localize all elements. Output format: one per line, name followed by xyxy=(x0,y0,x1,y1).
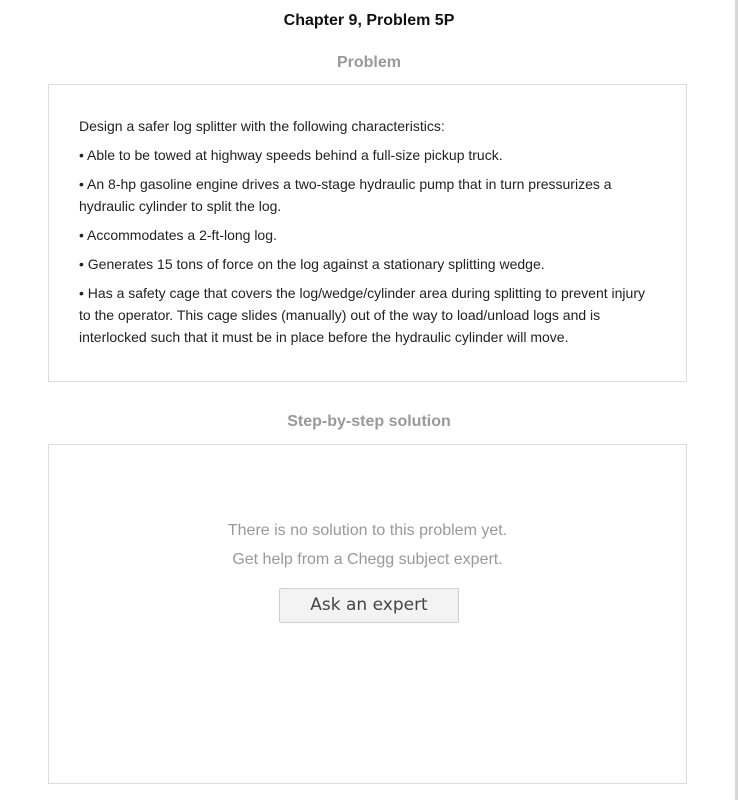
solution-panel: There is no solution to this problem yet… xyxy=(48,444,687,784)
solution-heading: Step-by-step solution xyxy=(287,413,451,430)
get-help-message: Get help from a Chegg subject expert. xyxy=(232,551,503,568)
problem-line: Design a safer log splitter with the fol… xyxy=(79,118,445,134)
ask-expert-button[interactable]: Ask an expert xyxy=(279,588,459,623)
problem-line: • Has a safety cage that covers the log/… xyxy=(79,285,645,345)
problem-panel: Design a safer log splitter with the fol… xyxy=(48,84,687,382)
problem-heading: Problem xyxy=(336,54,401,71)
problem-line: • Generates 15 tons of force on the log … xyxy=(79,256,545,272)
no-solution-message: There is no solution to this problem yet… xyxy=(227,522,508,539)
problem-line: • An 8-hp gasoline engine drives a two-s… xyxy=(79,176,612,214)
problem-line: • Accommodates a 2-ft-long log. xyxy=(79,227,277,243)
problem-line: • Able to be towed at highway speeds beh… xyxy=(79,147,503,163)
page-title: Chapter 9, Problem 5P xyxy=(283,12,455,29)
